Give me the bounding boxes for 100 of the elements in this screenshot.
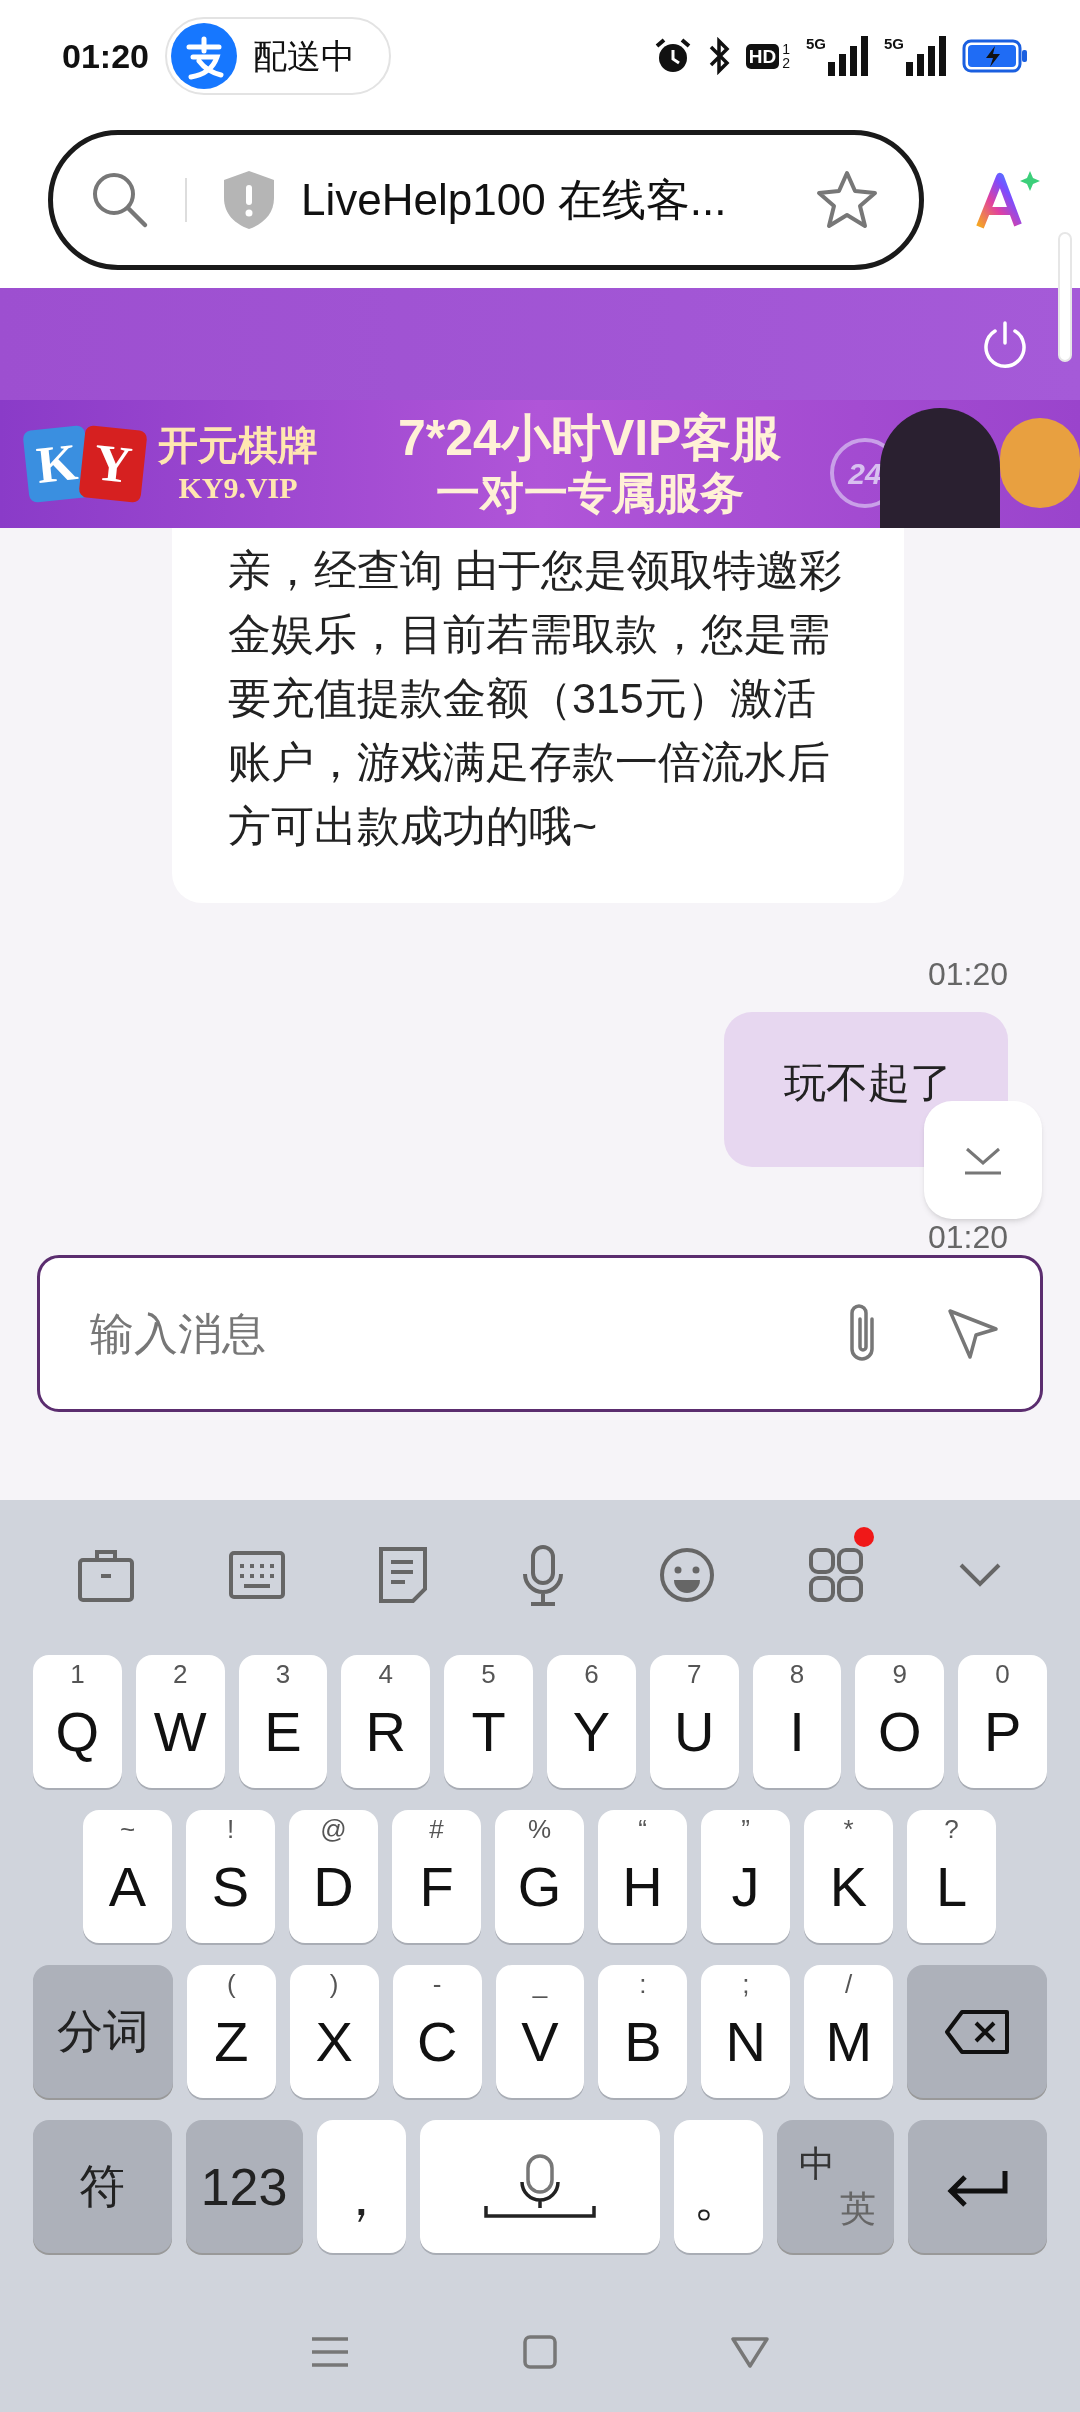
key-label: C [416,2008,458,2075]
message-text: 亲，经查询 由于您是领取特邀彩金娱乐，目前若需取款，您是需要充值提款金额（315元）激活账户，游戏满足存款一倍流水后方可出款成功的哦~ [228,545,843,852]
key-hint: 3 [274,1661,292,1687]
key-hint: ~ [118,1816,137,1842]
key-label: Q [55,1698,100,1765]
key[interactable]: 。 [674,2120,764,2253]
key-hint: ? [943,1816,960,1842]
status-time: 01:20 [62,35,149,77]
key[interactable]: / M [804,1965,894,2098]
key-label: V [521,2008,559,2075]
key[interactable]: @ D [289,1810,378,1943]
key[interactable]: 6 Y [547,1655,636,1788]
briefcase-icon[interactable] [77,1548,135,1602]
key-hint: ( [225,1971,237,1997]
key-hint: % [526,1816,553,1842]
key[interactable]: 8 I [752,1655,842,1788]
key[interactable]: - C [392,1965,482,2098]
key[interactable]: : B [598,1965,688,2098]
keyboard-icon[interactable] [227,1550,286,1600]
shield-warning-icon [221,169,277,231]
key[interactable]: ? L [907,1810,996,1943]
key[interactable]: # F [392,1810,481,1943]
emoji-icon[interactable] [657,1546,716,1604]
key[interactable]: ; N [701,1965,791,2098]
message-composer[interactable]: 输入消息 [37,1255,1043,1412]
bluetooth-icon [707,37,730,75]
document-icon[interactable] [378,1546,429,1604]
key-label: Z [214,2008,249,2075]
key[interactable]: % G [495,1810,584,1943]
key-hint: ) [328,1971,340,1997]
key[interactable]: 2 W [135,1655,225,1788]
key-hint: 2 [171,1661,189,1687]
network-type-label: 5G [884,36,904,51]
key-hint: _ [531,1971,549,1997]
key[interactable]: 9 O [855,1655,945,1788]
key-hint: # [428,1816,445,1842]
key-label: N [725,2008,767,2075]
delivery-status-chip[interactable]: 配送中 [164,17,391,95]
key-hint: 9 [891,1661,908,1687]
star-icon[interactable] [815,169,879,231]
key-label: J [731,1853,760,1920]
key-label: I [789,1698,805,1765]
home-icon[interactable] [523,2335,557,2369]
network-type-label: 5G [805,36,826,51]
key-hint: 7 [685,1661,703,1687]
menu-icon[interactable] [309,2335,350,2369]
sim-slot-label: 1 [782,42,790,56]
key-label: B [624,2008,662,2075]
key[interactable]: ( Z [186,1965,276,2098]
key[interactable]: 0 P [958,1655,1047,1788]
microphone-icon[interactable] [520,1544,565,1606]
key-label: L [935,1853,968,1920]
key-hint: 6 [583,1661,600,1687]
apps-grid-icon[interactable] [808,1547,865,1603]
key-label: D [313,1853,354,1920]
signal-bars-icon [828,36,868,76]
key[interactable]: 5 T [444,1655,533,1788]
key-label: P [983,1698,1022,1765]
payment-app-icon [170,23,237,89]
key-hint: ! [225,1816,236,1842]
key[interactable]: 分词 [33,1965,173,2098]
key[interactable]: “ H [598,1810,687,1943]
key-label: G [517,1853,562,1920]
address-bar[interactable]: LiveHelp100 在线客... [48,130,924,270]
key[interactable]: 3 E [238,1655,328,1788]
key[interactable]: 7 U [649,1655,739,1788]
key[interactable]: 1 Q [33,1655,122,1788]
key-label: A [108,1853,147,1920]
backspace-key[interactable] [907,1965,1048,2098]
send-icon[interactable] [946,1306,1000,1361]
key-hint: 4 [377,1661,394,1687]
key[interactable]: ~ A [83,1810,172,1943]
key[interactable]: _ V [495,1965,585,2098]
key[interactable]: ， [316,2120,406,2253]
key-hint: - [431,1971,443,1997]
key[interactable]: ) X [289,1965,379,2098]
key-hint: “ [637,1816,648,1842]
key[interactable]: 符 [33,2120,172,2253]
key-hint: ” [740,1816,751,1842]
key-label: E [264,1698,302,1765]
language-switch-key[interactable]: 中 英 [777,2120,895,2253]
page-title: LiveHelp100 在线客... [301,174,727,226]
key-label: W [153,1698,207,1765]
key-hint: 5 [480,1661,497,1687]
key-label: R [365,1698,406,1765]
key[interactable]: * K [804,1810,893,1943]
space-key[interactable] [419,2120,661,2253]
key-hint: ; [741,1971,751,1997]
key[interactable]: 4 R [341,1655,431,1788]
key[interactable]: ! S [186,1810,275,1943]
key-label: F [419,1853,454,1920]
message-input[interactable]: 输入消息 [90,1303,842,1364]
key[interactable]: ” J [701,1810,790,1943]
enter-key[interactable] [908,2120,1047,2253]
key-label: S [211,1853,250,1920]
key[interactable]: 123 [185,2120,303,2253]
hd-voice-indicator: HD [745,43,780,69]
chip-label: 配送中 [252,35,355,77]
back-icon[interactable] [730,2335,771,2369]
key-label: X [315,2008,353,2075]
